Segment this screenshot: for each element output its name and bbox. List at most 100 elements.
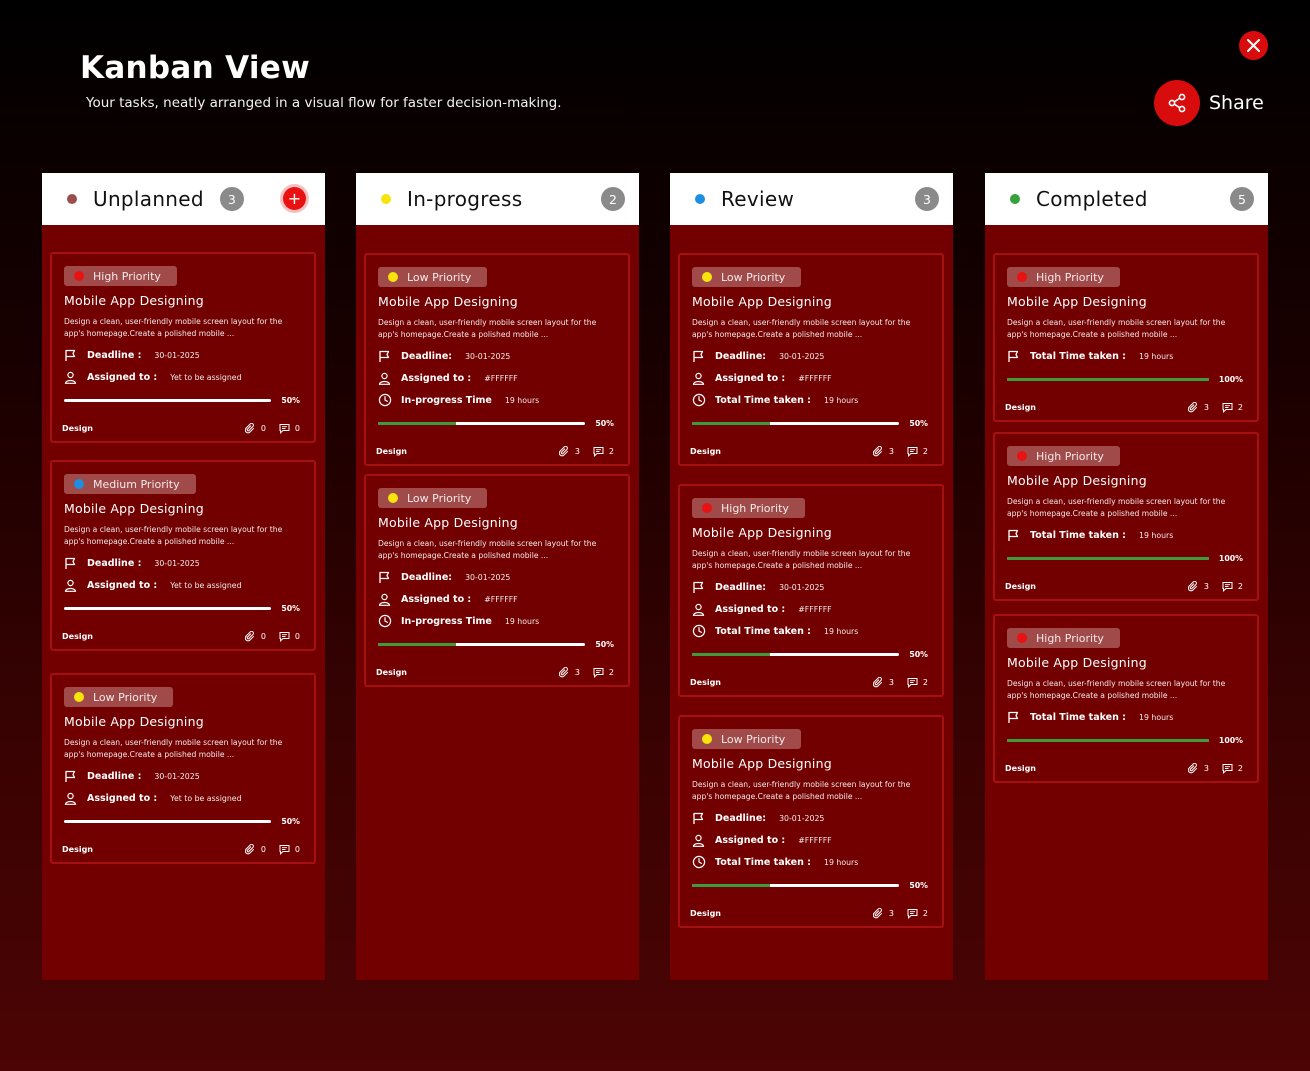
assignee-row: Assigned to : #FFFFFF: [692, 371, 928, 385]
attachment-icon[interactable]: [244, 422, 256, 434]
clock-icon: [692, 393, 710, 407]
comment-icon[interactable]: [279, 631, 290, 642]
task-card[interactable]: High Priority Mobile App Designing Design …: [50, 252, 316, 443]
close-button[interactable]: [1239, 31, 1268, 60]
status-dot: [695, 194, 705, 204]
task-title: Mobile App Designing: [64, 714, 204, 729]
task-tag: Design: [690, 677, 721, 687]
deadline-row: Deadline: 30-01-2025: [692, 349, 928, 363]
progress-row: 50%: [378, 639, 614, 649]
comment-icon[interactable]: [907, 908, 918, 919]
priority-label: Medium Priority: [93, 477, 180, 491]
task-card[interactable]: Low Priority Mobile App Designing Design a…: [50, 673, 316, 864]
user-icon: [64, 791, 82, 805]
task-card[interactable]: High Priority Mobile App Designing Design …: [678, 484, 944, 697]
card-footer: Design 3 2: [690, 438, 928, 464]
comment-icon[interactable]: [593, 446, 604, 457]
comment-count: 2: [1237, 763, 1243, 773]
assignee-row-label: Assigned to :: [401, 593, 472, 605]
deadline-row-value: 30-01-2025: [465, 351, 511, 361]
attachment-icon[interactable]: [244, 630, 256, 642]
share-label: Share: [1209, 92, 1264, 114]
deadline-row: Deadline: 30-01-2025: [378, 570, 614, 584]
comment-count: 2: [608, 446, 614, 456]
comment-icon[interactable]: [279, 844, 290, 855]
card-stats: 00: [244, 422, 300, 434]
add-task-button[interactable]: +: [283, 187, 306, 210]
attachment-icon[interactable]: [558, 445, 570, 457]
task-card[interactable]: Low Priority Mobile App Designing Design a…: [364, 253, 630, 466]
attachment-count: 3: [888, 446, 894, 456]
deadline-row-value: 30-01-2025: [465, 572, 511, 582]
column-header: Review 3: [670, 173, 953, 225]
task-card[interactable]: Medium Priority Mobile App Designing Desig…: [50, 460, 316, 651]
card-footer: Design 3 2: [690, 669, 928, 695]
progress-bar: [1007, 377, 1209, 381]
task-card[interactable]: Low Priority Mobile App Designing Design a…: [678, 715, 944, 928]
assignee-row-value: Yet to be assigned: [170, 793, 242, 803]
deadline-row-label: Deadline:: [715, 350, 767, 362]
comment-icon[interactable]: [279, 423, 290, 434]
attachment-icon[interactable]: [244, 843, 256, 855]
comment-count: 2: [922, 446, 928, 456]
attachment-count: 3: [1203, 581, 1209, 591]
comment-icon[interactable]: [593, 667, 604, 678]
time-row-label: Total Time taken :: [715, 625, 811, 637]
task-tag: Design: [690, 446, 721, 456]
card-stats: 32: [558, 445, 614, 457]
time-row-label: Total Time taken :: [1030, 711, 1126, 723]
progress-percent: 50%: [281, 816, 300, 826]
assignee-row-label: Assigned to :: [401, 372, 472, 384]
attachment-icon[interactable]: [872, 907, 884, 919]
task-tag: Design: [62, 631, 93, 641]
task-card[interactable]: Low Priority Mobile App Designing Design a…: [678, 253, 944, 466]
task-card[interactable]: High Priority Mobile App Designing Design …: [993, 253, 1259, 422]
comment-icon[interactable]: [1222, 763, 1233, 774]
comment-icon[interactable]: [907, 446, 918, 457]
assignee-row-label: Assigned to :: [87, 371, 158, 383]
attachment-icon[interactable]: [1187, 580, 1199, 592]
attachment-count: 0: [260, 844, 266, 854]
assignee-row: Assigned to : Yet to be assigned: [64, 578, 300, 592]
card-stats: 32: [1187, 762, 1243, 774]
card-stats: 32: [872, 676, 928, 688]
progress-row: 50%: [378, 418, 614, 428]
column-title: Review: [721, 187, 795, 211]
attachment-icon[interactable]: [872, 676, 884, 688]
task-card[interactable]: High Priority Mobile App Designing Design …: [993, 614, 1259, 783]
comment-icon[interactable]: [907, 677, 918, 688]
attachment-count: 0: [260, 631, 266, 641]
assignee-row-value: #FFFFFF: [798, 373, 832, 383]
attachment-icon[interactable]: [872, 445, 884, 457]
priority-dot: [74, 692, 84, 702]
share-button[interactable]: Share: [1154, 80, 1264, 126]
card-stats: 32: [1187, 401, 1243, 413]
clock-icon: [378, 614, 396, 628]
task-title: Mobile App Designing: [1007, 294, 1147, 309]
clock-icon: [692, 624, 710, 638]
progress-row: 50%: [692, 880, 928, 890]
priority-badge: Medium Priority: [64, 474, 196, 494]
time-row: Total Time taken : 19 hours: [692, 624, 928, 638]
progress-fill: [1007, 377, 1209, 381]
comment-icon[interactable]: [1222, 581, 1233, 592]
assignee-row-label: Assigned to :: [87, 792, 158, 804]
column-title: Completed: [1036, 187, 1148, 211]
priority-badge: High Priority: [64, 266, 177, 286]
attachment-icon[interactable]: [558, 666, 570, 678]
flag-icon: [692, 349, 710, 363]
time-row-value: 19 hours: [1138, 712, 1174, 722]
progress-percent: 100%: [1218, 735, 1243, 745]
progress-bar: [692, 421, 900, 425]
task-tag: Design: [690, 908, 721, 918]
task-card[interactable]: Low Priority Mobile App Designing Design a…: [364, 474, 630, 687]
assignee-row-value: #FFFFFF: [798, 835, 832, 845]
deadline-row-label: Deadline:: [401, 350, 453, 362]
comment-icon[interactable]: [1222, 402, 1233, 413]
task-card[interactable]: High Priority Mobile App Designing Design …: [993, 432, 1259, 601]
attachment-icon[interactable]: [1187, 401, 1199, 413]
deadline-row: Deadline : 30-01-2025: [64, 769, 300, 783]
attachment-icon[interactable]: [1187, 762, 1199, 774]
time-row-value: 19 hours: [823, 395, 859, 405]
deadline-row-value: 30-01-2025: [779, 582, 825, 592]
